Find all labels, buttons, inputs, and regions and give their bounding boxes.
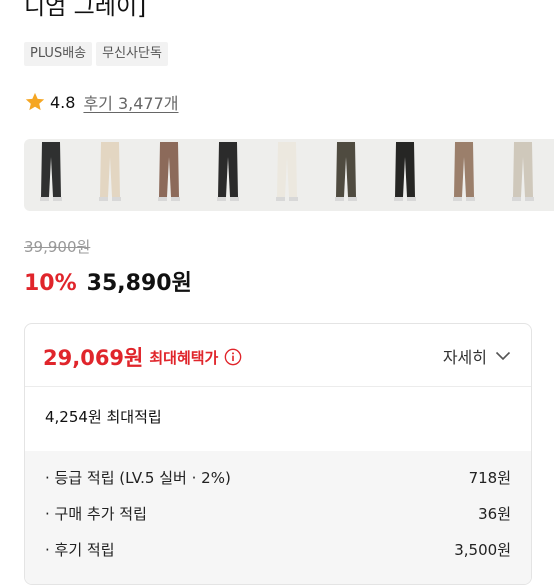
tag-plus-delivery: PLUS배송 xyxy=(24,42,93,66)
points-row-label: · 등급 적립 (LV.5 실버 · 2%) xyxy=(45,469,231,487)
color-thumbnail-strip[interactable] xyxy=(24,139,554,211)
rating: 4.8 후기 3,477개 xyxy=(24,90,179,114)
color-thumbnail[interactable] xyxy=(276,142,298,201)
points-row-label: · 후기 적립 xyxy=(45,541,115,559)
points-total: 4,254원 최대적립 xyxy=(45,408,162,426)
max-benefit-price: 29,069원 최대혜택가 xyxy=(43,342,242,372)
star-icon xyxy=(25,92,45,111)
detail-label: 자세히 xyxy=(442,348,487,367)
points-row-review: · 후기 적립 3,500원 xyxy=(45,539,511,560)
info-icon[interactable] xyxy=(224,348,242,366)
color-thumbnail[interactable] xyxy=(453,142,475,201)
points-row-value: 718원 xyxy=(468,469,511,487)
points-row-purchase: · 구매 추가 적립 36원 xyxy=(45,503,511,524)
color-thumbnail[interactable] xyxy=(335,142,357,201)
color-thumbnail[interactable] xyxy=(217,142,239,201)
points-row-label: · 구매 추가 적립 xyxy=(45,505,147,523)
color-thumbnail[interactable] xyxy=(40,142,62,201)
sale-price: 35,890원 xyxy=(86,271,192,296)
color-thumbnails[interactable] xyxy=(24,139,554,211)
max-price-amount: 29,069원 xyxy=(43,346,144,370)
product-title: 디엄 그레이] xyxy=(24,0,147,20)
original-price: 39,900원 xyxy=(24,238,91,256)
color-thumbnail[interactable] xyxy=(512,142,534,201)
detail-toggle[interactable]: 자세히 xyxy=(443,344,511,368)
rating-score: 4.8 xyxy=(50,92,76,112)
benefit-box: 29,069원 최대혜택가 자세히 4,254원 최대적립 · 등급 적립 (L… xyxy=(24,323,532,585)
tag-exclusive: 무신사단독 xyxy=(96,42,168,66)
max-price-label: 최대혜택가 xyxy=(149,348,219,367)
color-thumbnail[interactable] xyxy=(394,142,416,201)
points-breakdown: · 등급 적립 (LV.5 실버 · 2%) 718원 · 구매 추가 적립 3… xyxy=(25,451,531,584)
color-thumbnail[interactable] xyxy=(99,142,121,201)
points-row-value: 36원 xyxy=(478,505,511,523)
points-row-value: 3,500원 xyxy=(454,541,511,559)
discount-rate: 10% xyxy=(24,271,77,296)
product-tags: PLUS배송 무신사단독 xyxy=(24,42,168,66)
points-row-grade: · 등급 적립 (LV.5 실버 · 2%) 718원 xyxy=(45,467,511,488)
chevron-down-icon xyxy=(495,351,511,361)
benefit-header: 29,069원 최대혜택가 자세히 xyxy=(25,324,531,387)
sale-price-row: 10% 35,890원 xyxy=(24,265,192,297)
color-thumbnail[interactable] xyxy=(158,142,180,201)
reviews-link[interactable]: 후기 3,477개 xyxy=(83,90,178,114)
